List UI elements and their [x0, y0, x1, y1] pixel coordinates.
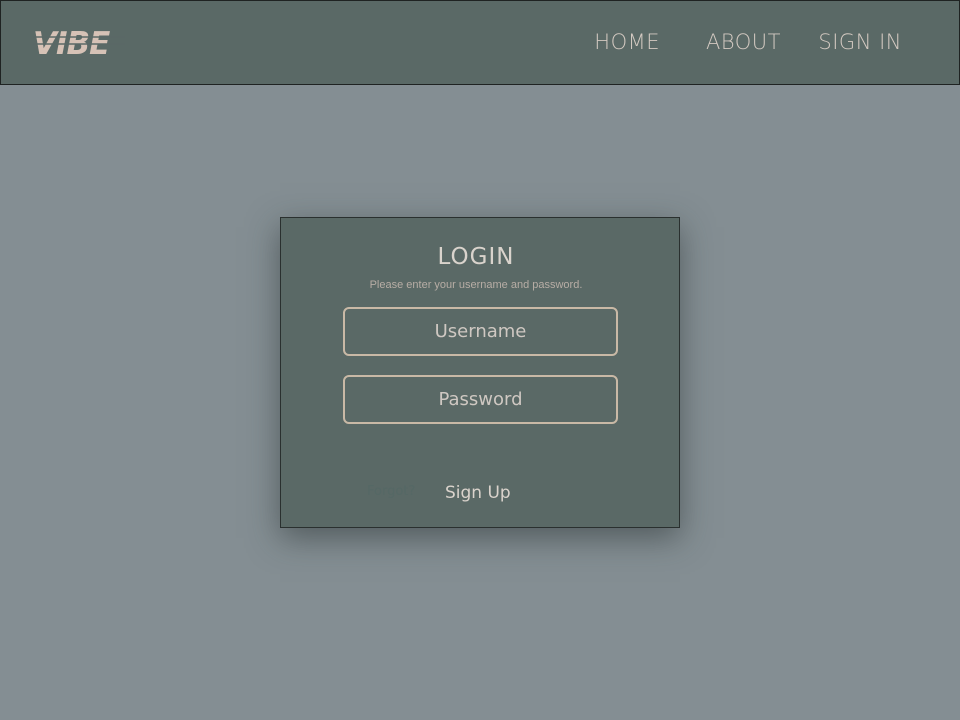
top-navbar: VIBE HOME ABOUT SIGN IN	[0, 0, 960, 85]
login-subtitle: Please enter your username and password.	[369, 279, 583, 291]
signup-link[interactable]: Sign Up	[445, 483, 511, 503]
login-card: LOGIN Please enter your username and pas…	[280, 217, 680, 528]
username-input[interactable]	[343, 307, 618, 356]
forgot-password-link[interactable]: Forgot?	[367, 484, 415, 499]
login-title: LOGIN	[437, 244, 515, 270]
nav-about-link[interactable]: ABOUT	[706, 30, 781, 54]
nav-signin-link[interactable]: SIGN IN	[818, 30, 902, 54]
vibe-logo[interactable]: VIBE	[31, 25, 127, 59]
password-input[interactable]	[343, 375, 618, 424]
nav-home-link[interactable]: HOME	[594, 30, 660, 54]
svg-text:VIBE: VIBE	[33, 26, 110, 59]
